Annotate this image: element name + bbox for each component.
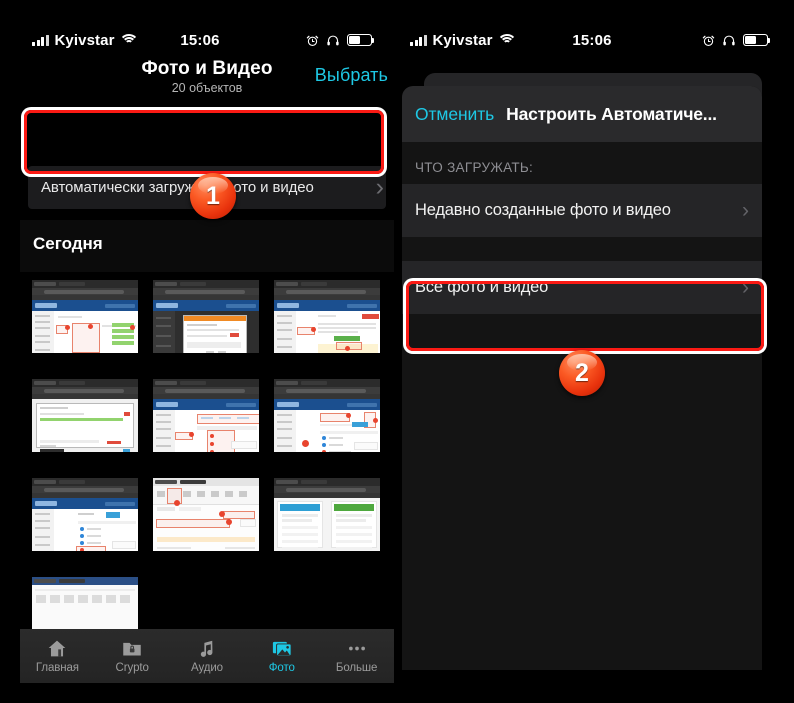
sheet-title: Настроить Автоматиче... [506,103,717,124]
tab-label: Фото [268,662,295,674]
chevron-right-icon: › [375,173,384,201]
tab-label: Главная [35,662,79,674]
auto-upload-label: Автоматически загружать фото и видео [41,179,314,196]
step-badge-number: 2 [575,358,589,387]
tab-crypto[interactable]: Crypto [95,629,170,683]
photo-thumbnail[interactable] [149,375,263,456]
photo-grid-row [20,276,394,375]
photo-thumbnail[interactable] [28,474,142,555]
left-status-bar: Kyivstar 15:06 [0,26,400,54]
photos-icon [270,638,294,659]
option-recent-photos-videos[interactable]: Недавно созданные фото и видео › [402,184,762,237]
headphones-icon [327,35,339,45]
photo-thumbnail[interactable] [28,375,142,456]
tab-photos[interactable]: Фото [244,629,319,683]
today-section-header: Сегодня [20,220,394,272]
music-note-icon [195,638,219,659]
right-status-bar: Kyivstar 15:06 [400,26,794,54]
option-all-photos-videos[interactable]: Все фото и видео › [402,261,762,314]
lock-folder-icon [120,638,144,659]
row-separator [402,237,762,261]
tab-audio[interactable]: Аудио [170,629,245,683]
headphones-icon [723,35,735,45]
chevron-right-icon: › [742,198,749,222]
option-label: Все фото и видео [415,278,549,296]
left-phone-panel: Kyivstar 15:06 Фото и Видео 20 объектов … [0,0,400,703]
alarm-clock-icon [306,35,319,46]
step-badge-number: 1 [206,181,220,210]
select-button[interactable]: Выбрать [315,65,388,86]
photo-thumbnail[interactable] [149,474,263,555]
photo-grid-row [20,375,394,474]
step-badge-2: 2 [559,350,605,396]
left-phone-screen: Фото и Видео 20 объектов Выбрать Автомат… [20,54,394,703]
photo-thumbnail[interactable] [270,375,384,456]
today-label: Сегодня [33,234,103,253]
tab-label: Crypto [115,662,149,674]
tab-label: Больше [335,662,378,674]
chevron-right-icon: › [742,275,749,299]
status-right-group [306,34,375,47]
home-icon [45,638,69,659]
step-badge-1: 1 [190,173,236,219]
photo-thumbnail[interactable] [28,276,142,357]
photo-thumbnail[interactable] [149,276,263,357]
ellipsis-icon [345,638,369,659]
sheet-header: Отменить Настроить Автоматиче... [402,86,762,142]
photo-grid [20,276,394,672]
left-nav-bar: Фото и Видео 20 объектов Выбрать [20,54,394,106]
bottom-tab-bar: Главная Crypto Аудио Фото Больше [20,629,394,683]
section-header-label: ЧТО ЗАГРУЖАТЬ: [415,160,534,175]
what-to-upload-header: ЧТО ЗАГРУЖАТЬ: [402,142,762,184]
tab-more[interactable]: Больше [319,629,394,683]
option-label: Недавно созданные фото и видео [415,201,671,219]
cancel-button[interactable]: Отменить [402,104,494,125]
photo-grid-row [20,474,394,573]
alarm-clock-icon [702,35,715,46]
status-right-group [702,34,771,47]
battery-icon [743,34,771,46]
photo-thumbnail[interactable] [270,474,384,555]
battery-icon [347,34,375,46]
tab-home[interactable]: Главная [20,629,95,683]
photo-thumbnail[interactable] [270,276,384,357]
tab-label: Аудио [191,662,223,674]
screenshot-root: Kyivstar 15:06 Фото и Видео 20 объектов … [0,0,794,703]
